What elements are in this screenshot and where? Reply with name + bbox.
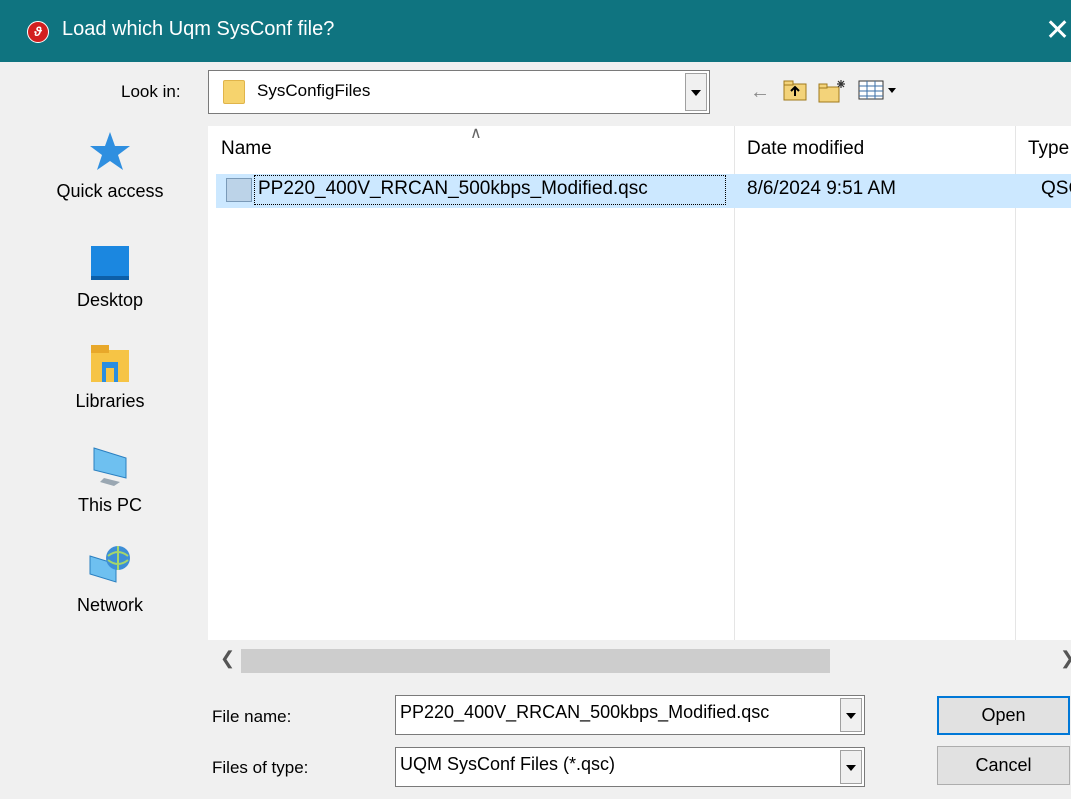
files-of-type-dropdown[interactable]: UQM SysConf Files (*.qsc) [395, 747, 865, 787]
place-network[interactable]: Network [40, 542, 180, 616]
file-type-cell: QSC [1041, 178, 1071, 199]
back-arrow-icon[interactable]: ← [745, 78, 775, 106]
scrollbar-thumb[interactable] [241, 649, 830, 673]
look-in-label: Look in: [121, 82, 181, 101]
place-label: Desktop [76, 290, 144, 310]
desktop-icon [91, 246, 129, 280]
title-bar: ϑ Load which Uqm SysConf file? ✕ [0, 0, 1071, 62]
chevron-down-icon[interactable] [840, 750, 862, 784]
chevron-down-icon[interactable] [840, 698, 862, 732]
look-in-dropdown[interactable]: SysConfigFiles [208, 70, 710, 114]
place-label: This PC [77, 495, 142, 515]
up-folder-icon[interactable] [780, 78, 810, 106]
scroll-left-icon[interactable]: ❮ [220, 648, 235, 669]
window-title: Load which Uqm SysConf file? [62, 18, 335, 40]
file-date-cell: 8/6/2024 9:51 AM [747, 178, 896, 199]
sort-ascending-icon: ∧ [470, 125, 482, 142]
libraries-icon [91, 345, 129, 382]
scroll-right-icon[interactable]: ❯ [1060, 648, 1071, 669]
star-icon [90, 132, 130, 170]
place-libraries[interactable]: Libraries [40, 340, 180, 412]
chevron-down-icon[interactable] [685, 73, 707, 111]
column-header-name[interactable]: Name [221, 138, 272, 160]
place-this-pc[interactable]: This PC [40, 442, 180, 516]
computer-icon [93, 447, 127, 486]
new-folder-icon[interactable] [815, 78, 849, 106]
column-header-date-modified[interactable]: Date modified [747, 138, 864, 160]
file-name-field[interactable]: PP220_400V_RRCAN_500kbps_Modified.qsc [395, 695, 865, 735]
place-desktop[interactable]: Desktop [40, 243, 180, 311]
network-icon [89, 546, 130, 583]
file-row[interactable]: PP220_400V_RRCAN_500kbps_Modified.qsc 8/… [216, 174, 1071, 208]
cancel-button[interactable]: Cancel [937, 746, 1070, 785]
place-label: Libraries [75, 391, 145, 411]
file-name-value: PP220_400V_RRCAN_500kbps_Modified.qsc [400, 702, 770, 722]
look-in-value: SysConfigFiles [257, 81, 371, 100]
file-list[interactable]: ∧ Name Date modified Type PP220_400V_RRC… [208, 125, 1071, 640]
column-header-type[interactable]: Type [1028, 138, 1069, 160]
open-button[interactable]: Open [937, 696, 1070, 735]
files-of-type-label: Files of type: [212, 758, 309, 777]
folder-icon [223, 80, 245, 104]
horizontal-scrollbar[interactable]: ❮ ❯ [208, 640, 1071, 680]
file-name-cell: PP220_400V_RRCAN_500kbps_Modified.qsc [258, 178, 648, 199]
place-quick-access[interactable]: Quick access [40, 128, 180, 202]
uqm-app-icon: ϑ [27, 21, 49, 43]
place-label: Quick access [56, 181, 164, 201]
place-label: Network [76, 595, 143, 615]
file-name-label: File name: [212, 707, 292, 726]
files-of-type-value: UQM SysConf Files (*.qsc) [400, 754, 616, 774]
close-button[interactable]: ✕ [1045, 12, 1070, 50]
view-menu-icon[interactable] [856, 78, 902, 106]
file-icon [226, 178, 252, 202]
